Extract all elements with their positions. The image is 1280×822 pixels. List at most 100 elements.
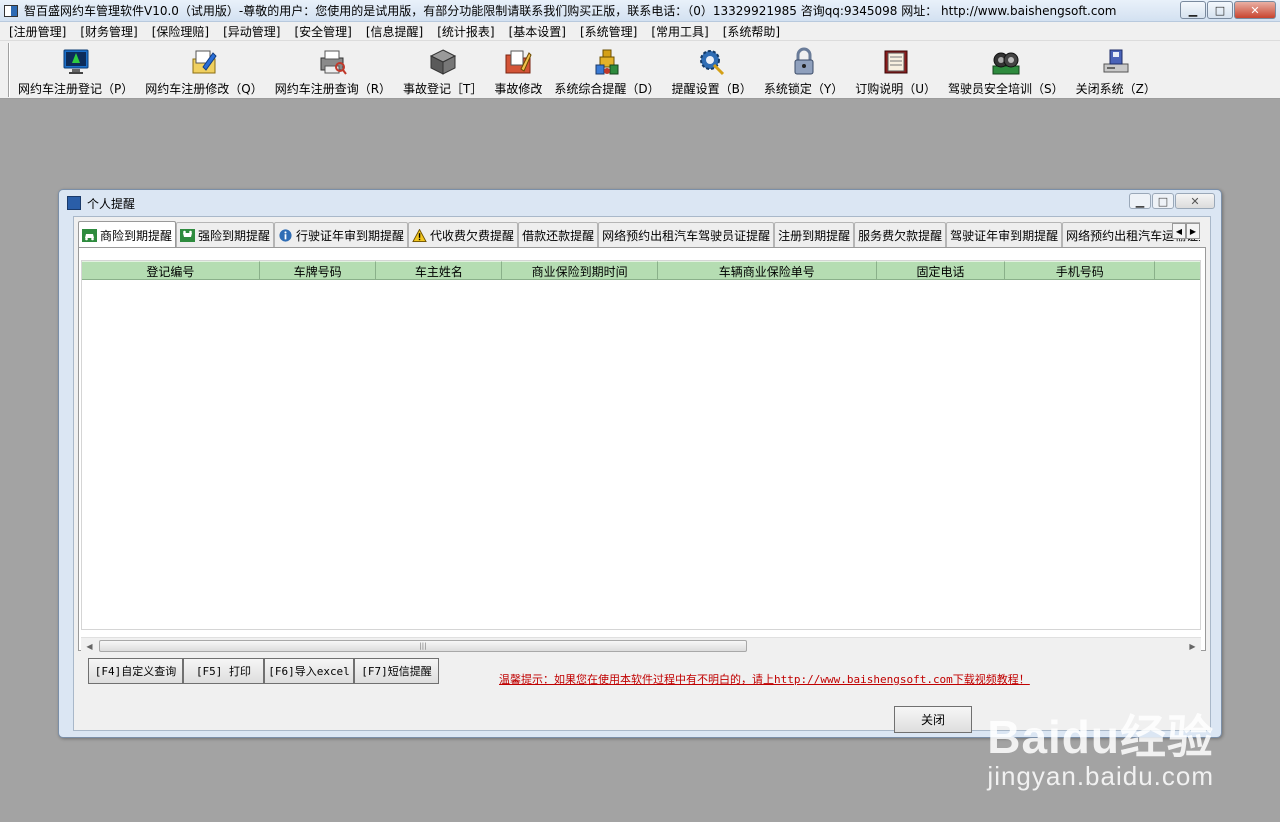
menu-insurance-claims[interactable]: [保险理赔] — [147, 23, 218, 40]
export-excel-button[interactable]: [F6]导入excel — [264, 658, 354, 684]
column-policy-no[interactable]: 车辆商业保险单号 — [657, 261, 877, 280]
column-plate-no[interactable]: 车牌号码 — [259, 261, 377, 280]
child-close-button[interactable]: ✕ — [1175, 193, 1215, 209]
reminder-grid: 登记编号 车牌号码 车主姓名 商业保险到期时间 车辆商业保险单号 固定电话 手机… — [81, 260, 1201, 630]
register-car-label: 网约车注册登记（P） — [18, 82, 134, 96]
close-system-button[interactable]: 关闭系统（Z） — [1070, 41, 1162, 97]
horizontal-scrollbar[interactable]: ◀ ||| ▶ — [81, 637, 1201, 654]
monitor-icon — [63, 49, 89, 74]
tab-panel: 登记编号 车牌号码 车主姓名 商业保险到期时间 车辆商业保险单号 固定电话 手机… — [78, 247, 1206, 654]
book-icon — [884, 50, 908, 74]
menu-changes[interactable]: [异动管理] — [218, 23, 289, 40]
accident-modify-button[interactable]: 事故修改 — [488, 41, 548, 97]
menu-bar: [注册管理] [财务管理] [保险理赔] [异动管理] [安全管理] [信息提醒… — [0, 22, 1280, 41]
maximize-button[interactable]: □ — [1207, 1, 1233, 19]
info-icon — [279, 228, 292, 242]
tab-label: 借款还款提醒 — [522, 228, 595, 243]
tab-compulsory-insurance-expiry[interactable]: 强险到期提醒 — [176, 222, 275, 247]
tab-driver-certificate[interactable]: 网络预约出租汽车驾驶员证提醒 — [598, 222, 775, 247]
printer-search-icon — [320, 50, 347, 75]
toolbar-separator — [8, 43, 10, 97]
driver-training-button[interactable]: 驾驶员安全培训（S） — [942, 41, 1070, 97]
window-titlebar: 智百盛网约车管理软件V10.0（试用版）-尊敬的用户：您使用的是试用版，有部分功… — [0, 0, 1280, 22]
reminder-window-title: 个人提醒 — [87, 196, 136, 211]
toolbar: 网约车注册登记（P） 网约车注册修改（Q） 网约车注册查询（R） 事故登记［T］ — [0, 41, 1280, 99]
window-title: 智百盛网约车管理软件V10.0（试用版）-尊敬的用户：您使用的是试用版，有部分功… — [24, 4, 1117, 18]
child-maximize-button[interactable]: □ — [1152, 193, 1174, 209]
query-registration-button[interactable]: 网约车注册查询（R） — [269, 41, 397, 97]
menu-reminders[interactable]: [信息提醒] — [361, 23, 432, 40]
tab-vehicle-license-review[interactable]: 行驶证年审到期提醒 — [274, 222, 409, 247]
car-green-icon — [82, 228, 97, 242]
menu-help[interactable]: [系统帮助] — [718, 23, 789, 40]
system-reminder-label: 系统综合提醒（D） — [554, 82, 660, 96]
minimize-button[interactable]: ▁ — [1180, 1, 1206, 19]
child-minimize-button[interactable]: ▁ — [1129, 193, 1151, 209]
tab-scroll-controls: ◀ ▶ — [1172, 223, 1200, 239]
column-registration-no[interactable]: 登记编号 — [82, 261, 260, 280]
app-icon — [4, 4, 18, 17]
order-info-button[interactable]: 订购说明（U） — [849, 41, 942, 97]
menu-basic-settings[interactable]: [基本设置] — [504, 23, 575, 40]
tab-loan-repayment[interactable]: 借款还款提醒 — [518, 222, 599, 247]
tab-service-fee-arrears[interactable]: 服务费欠款提醒 — [854, 222, 947, 247]
menu-reports[interactable]: [统计报表] — [432, 23, 503, 40]
tab-scroll-left-button[interactable]: ◀ — [1172, 223, 1186, 239]
tab-label: 商险到期提醒 — [100, 228, 173, 243]
scroll-right-arrow[interactable]: ▶ — [1184, 638, 1201, 654]
close-button[interactable]: 关闭 — [894, 706, 972, 733]
tab-label: 行驶证年审到期提醒 — [296, 228, 405, 243]
sms-reminder-button[interactable]: [F7]短信提醒 — [354, 658, 439, 684]
reminder-window: 个人提醒 ▁ □ ✕ 商险到期提醒 强险到期提醒 行驶证年审到期提醒 代收费欠费… — [58, 189, 1222, 738]
close-system-label: 关闭系统（Z） — [1075, 82, 1156, 96]
order-info-label: 订购说明（U） — [855, 82, 937, 96]
close-window-button[interactable]: ✕ — [1234, 1, 1276, 19]
scroll-left-arrow[interactable]: ◀ — [81, 638, 98, 654]
menu-registration[interactable]: [注册管理] — [4, 23, 75, 40]
column-owner-name[interactable]: 车主姓名 — [376, 261, 503, 280]
reminder-settings-button[interactable]: 提醒设置（B） — [666, 41, 758, 97]
column-insurance-expiry[interactable]: 商业保险到期时间 — [502, 261, 658, 280]
menu-finance[interactable]: [财务管理] — [75, 23, 146, 40]
tip-link[interactable]: 温馨提示：如果您在使用本软件过程中有不明白的，请上http://www.bais… — [499, 671, 1030, 687]
system-lock-button[interactable]: 系统锁定（Y） — [758, 41, 849, 97]
column-landline[interactable]: 固定电话 — [876, 261, 1006, 280]
system-reminder-button[interactable]: 系统综合提醒（D） — [548, 41, 665, 97]
scroll-thumb[interactable]: ||| — [99, 640, 747, 652]
tab-registration-expiry[interactable]: 注册到期提醒 — [774, 222, 855, 247]
custom-query-button[interactable]: [F4]自定义查询 — [88, 658, 183, 684]
accident-register-label: 事故登记［T］ — [403, 82, 483, 96]
reminder-window-body: 商险到期提醒 强险到期提醒 行驶证年审到期提醒 代收费欠费提醒 借款还款提醒 网… — [73, 216, 1211, 733]
menu-safety[interactable]: [安全管理] — [290, 23, 361, 40]
accident-register-button[interactable]: 事故登记［T］ — [397, 41, 488, 97]
reminder-tabs: 商险到期提醒 强险到期提醒 行驶证年审到期提醒 代收费欠费提醒 借款还款提醒 网… — [78, 221, 1200, 247]
watermark-url: jingyan.baidu.com — [987, 761, 1214, 791]
modify-registration-button[interactable]: 网约车注册修改（Q） — [139, 41, 268, 97]
tab-label: 代收费欠费提醒 — [430, 228, 515, 243]
menu-tools[interactable]: [常用工具] — [646, 23, 717, 40]
tab-label: 强险到期提醒 — [198, 228, 271, 243]
watermark-logo: Baidu经验 — [987, 711, 1214, 763]
folder-edit-icon — [505, 50, 532, 74]
tab-label: 网络预约出租汽车驾驶员证提醒 — [602, 228, 771, 243]
column-extra[interactable] — [1155, 261, 1201, 280]
action-bar: [F4]自定义查询 [F5] 打印 [F6]导入excel [F7]短信提醒 — [88, 658, 439, 686]
scroll-thumb-grip: ||| — [419, 642, 427, 650]
gear-icon — [699, 50, 724, 76]
tab-label: 服务费欠款提醒 — [858, 228, 943, 243]
warning-icon — [412, 228, 427, 242]
robot-icon — [595, 49, 619, 75]
tab-commercial-insurance-expiry[interactable]: 商险到期提醒 — [78, 221, 177, 247]
tires-icon — [992, 52, 1020, 75]
tab-driver-license-review[interactable]: 驾驶证年审到期提醒 — [946, 222, 1063, 247]
tab-fee-arrears[interactable]: 代收费欠费提醒 — [408, 222, 519, 247]
menu-system[interactable]: [系统管理] — [575, 23, 646, 40]
register-car-button[interactable]: 网约车注册登记（P） — [12, 41, 139, 97]
tab-label: 注册到期提醒 — [778, 228, 851, 243]
column-mobile[interactable]: 手机号码 — [1005, 261, 1156, 280]
tab-scroll-right-button[interactable]: ▶ — [1186, 223, 1200, 239]
print-button[interactable]: [F5] 打印 — [183, 658, 264, 684]
reminder-window-controls: ▁ □ ✕ — [1128, 193, 1215, 209]
system-lock-label: 系统锁定（Y） — [763, 82, 844, 96]
query-registration-label: 网约车注册查询（R） — [274, 82, 392, 96]
